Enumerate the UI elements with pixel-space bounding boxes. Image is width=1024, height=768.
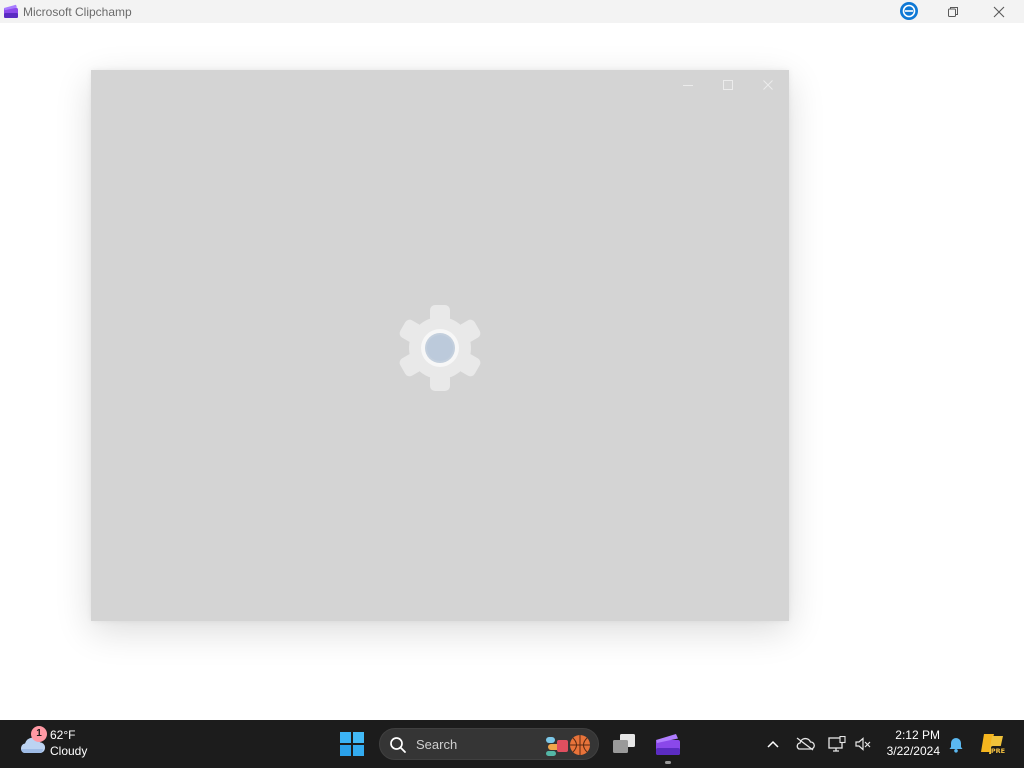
volume-tray-button[interactable] <box>852 732 874 756</box>
task-view-icon <box>613 734 635 753</box>
onedrive-tray-button[interactable] <box>794 732 816 756</box>
svg-text:PRE: PRE <box>991 747 1005 755</box>
inner-maximize-button[interactable] <box>708 74 748 96</box>
display-tray-button[interactable] <box>826 732 848 756</box>
clock-time: 2:12 PM <box>895 728 940 742</box>
start-button[interactable] <box>334 726 370 762</box>
window-title: Microsoft Clipchamp <box>23 5 132 19</box>
chevron-up-icon <box>767 740 779 748</box>
app-title-bar[interactable]: Microsoft Clipchamp <box>0 0 1024 23</box>
search-label: Search <box>416 737 458 752</box>
maximize-icon <box>723 80 733 90</box>
weather-condition: Cloudy <box>50 744 88 758</box>
search-highlight-icon <box>546 735 590 756</box>
onedrive-offline-icon <box>796 737 815 751</box>
bell-icon <box>949 738 963 753</box>
clipchamp-icon <box>656 734 680 755</box>
running-indicator <box>665 761 671 764</box>
copilot-icon[interactable]: PRE <box>978 730 1006 758</box>
close-icon <box>993 6 1005 17</box>
taskbar-clock[interactable]: 2:12 PM 3/22/2024 <box>878 727 940 759</box>
taskbar-app-task-view[interactable] <box>606 726 642 762</box>
notifications-button[interactable] <box>945 732 967 756</box>
taskbar-search[interactable]: Search <box>379 728 599 760</box>
sync-status-icon[interactable] <box>899 1 919 21</box>
minimize-icon <box>683 85 693 86</box>
loading-window <box>91 70 789 621</box>
weather-temperature: 62°F <box>50 728 76 742</box>
volume-muted-icon <box>855 737 871 751</box>
inner-close-button[interactable] <box>748 74 788 96</box>
inner-minimize-button[interactable] <box>668 74 708 96</box>
close-button[interactable] <box>976 0 1022 23</box>
display-icon <box>828 736 846 752</box>
search-icon <box>390 737 406 753</box>
show-hidden-icons-button[interactable] <box>762 732 784 756</box>
clipchamp-logo-icon <box>4 4 18 18</box>
weather-badge: 1 <box>31 726 47 742</box>
windows-logo-icon <box>340 732 364 756</box>
gear-icon <box>399 305 481 391</box>
taskbar: 1 62°F Cloudy Search 2:12 PM 3/22/2024 P… <box>0 720 1024 768</box>
close-icon <box>763 80 773 90</box>
clock-date: 3/22/2024 <box>886 744 940 758</box>
taskbar-app-clipchamp[interactable] <box>650 726 686 762</box>
weather-widget[interactable]: 1 62°F Cloudy <box>14 725 124 763</box>
restore-icon <box>948 6 958 17</box>
restore-button[interactable] <box>930 0 976 23</box>
